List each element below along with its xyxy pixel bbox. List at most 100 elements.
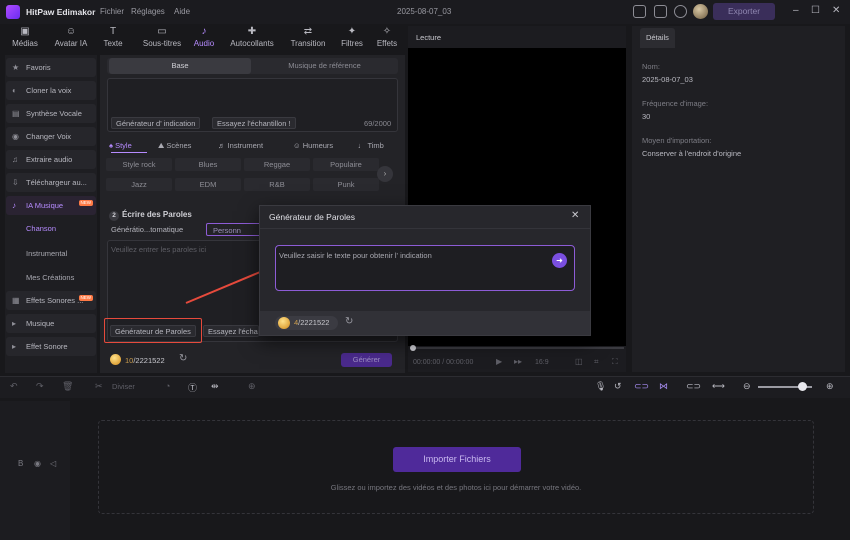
tab-medias[interactable]: ▣ Médias [5,24,45,52]
sidebar-item-extraire-audio[interactable]: ♫ Extraire audio [6,150,96,169]
sidebar-item-ia-musique[interactable]: ♪ IA Musique NEW [6,196,96,215]
sidebar-item-effet-sonore[interactable]: ▸ Effet Sonore [6,337,96,356]
fullscreen-icon[interactable]: ⛶ [612,357,618,367]
play-icon[interactable]: ▶ [496,357,502,366]
fit-icon[interactable]: ⟷ [712,381,725,392]
media-icon: ▣ [20,26,30,37]
style-chip[interactable]: EDM [175,178,241,191]
menu-fichier[interactable]: Fichier [100,7,124,16]
tab-details[interactable]: Détails [640,28,675,48]
detail-label: Moyen d'importation: [642,136,712,145]
try-lyrics-sample-chip[interactable]: Essayez l'échan [203,325,259,337]
sidebar-item-cloner-voix[interactable]: ◐ Cloner la voix [6,81,96,100]
stickers-icon: ✚ [247,26,257,37]
next-frame-icon[interactable]: ▸▸ [514,357,522,366]
detail-value: 2025-08-07_03 [642,75,693,84]
undo-icon[interactable]: ↶ [10,381,18,392]
new-badge: NEW [78,200,93,206]
tab-effets[interactable]: ✧ Effets [367,24,407,52]
tab-style[interactable]: ♠ Style [109,141,132,150]
sidebar-subitem-instrumental[interactable]: Instrumental [26,249,67,258]
lyrics-mode-auto[interactable]: Générátio...tomatique [111,223,183,236]
layout-icon[interactable] [633,5,646,18]
tab-timbre[interactable]: ♩ Timb [358,141,384,150]
auto-subtitle-icon[interactable]: ⇹ [211,381,219,392]
zoom-out-icon[interactable]: ⊖ [743,381,751,392]
import-files-button[interactable]: Importer Fichiers [393,447,521,472]
tab-transition[interactable]: ⇄ Transition [287,24,329,52]
style-chip[interactable]: Punk [313,178,379,191]
tab-texte[interactable]: T Texte [93,24,133,52]
chain-icon[interactable]: ⊂⊃ [686,381,701,392]
split-button[interactable]: Diviser [112,382,135,391]
loop-icon[interactable]: ↺ [614,381,622,392]
tab-sous-titres[interactable]: ▭ Sous-titres [138,24,186,52]
download-icon[interactable] [674,5,687,18]
playback-scrubber[interactable] [410,347,624,349]
sidebar-subitem-chanson[interactable]: Chanson [26,224,56,233]
sidebar-item-favoris[interactable]: ★ Favoris [6,58,96,77]
snapshot-icon[interactable]: ◫ [575,357,583,366]
minimize-icon[interactable]: – [793,5,799,16]
add-track-icon[interactable]: ⊕ [248,381,256,392]
style-chip[interactable]: Jazz [106,178,172,191]
user-avatar[interactable] [693,4,708,19]
send-button[interactable]: ➜ [552,253,567,268]
generate-button[interactable]: Générer [341,353,392,367]
speed-icon[interactable]: ◔ [165,381,170,391]
redo-icon[interactable]: ↷ [36,381,44,392]
style-chip[interactable]: Reggae [244,158,310,171]
drop-hint: Glissez ou importez des vidéos et des ph… [330,483,582,492]
track-visibility-icon[interactable]: ◉ [34,459,41,468]
chevron-right-icon: › [383,169,387,178]
scissors-icon[interactable]: ✂ [95,381,103,392]
next-styles-button[interactable]: › [377,166,393,182]
style-chip[interactable]: Blues [175,158,241,171]
menu-reglages[interactable]: Réglages [131,7,165,16]
tab-audio[interactable]: ♪ Audio [184,24,224,52]
dialog-divider [260,228,590,229]
tab-scenes[interactable]: ⛰ Scènes [158,141,191,151]
segment-base[interactable]: Base [109,58,251,74]
lyrics-placeholder: Veuillez entrer les paroles ici [111,245,207,254]
sidebar-item-musique[interactable]: ▸ Musique [6,314,96,333]
aspect-ratio-select[interactable]: 16:9 [535,359,549,366]
prompt-generator-chip[interactable]: Générateur d' indication [111,117,201,129]
crop-icon[interactable]: ⌗ [594,357,599,367]
tab-instrument[interactable]: ♬ Instrument [218,141,263,150]
track-lock-icon[interactable]: B [18,459,23,468]
tab-humeurs[interactable]: ☺ Humeurs [293,141,333,150]
style-chip[interactable]: Populaire [313,158,379,171]
text-tool-icon[interactable]: Ⓣ [188,381,197,394]
magnet-icon[interactable]: ⋈ [659,381,668,392]
refresh-icon[interactable]: ↻ [345,316,353,327]
sidebar-item-changer-voix[interactable]: ◉ Changer Voix [6,127,96,146]
feedback-icon[interactable] [654,5,667,18]
menu-aide[interactable]: Aide [174,7,190,16]
track-mute-icon[interactable]: ◁ [50,459,56,468]
microphone-icon[interactable]: 🎙 [595,381,606,392]
link-icon[interactable]: ⊂⊃ [634,381,649,392]
segment-reference-music[interactable]: Musique de référence [253,58,396,74]
style-chip[interactable]: Style rock [106,158,172,171]
project-title: 2025-08-07_03 [397,7,452,16]
tab-autocollants[interactable]: ✚ Autocollants [226,24,278,52]
tab-avatar-ia[interactable]: ☺ Avatar IA [51,24,91,52]
maximize-icon[interactable]: ☐ [811,5,820,16]
close-icon[interactable]: ✕ [571,210,579,221]
zoom-in-icon[interactable]: ⊕ [826,381,834,392]
tab-filtres[interactable]: ✦ Filtres [332,24,372,52]
close-window-icon[interactable]: ✕ [832,5,840,16]
scrubber-handle[interactable] [410,345,416,351]
lyrics-section-title: 2 Écrire des Paroles [109,210,192,221]
style-chip[interactable]: R&B [244,178,310,191]
export-button[interactable]: Exporter [713,3,775,20]
try-sample-chip[interactable]: Essayez l'échantillon ! [212,117,296,129]
tts-icon: ▤ [12,109,20,118]
sidebar-item-synthese-vocale[interactable]: ▤ Synthèse Vocale [6,104,96,123]
delete-icon[interactable]: 🗑 [62,381,73,392]
sidebar-subitem-mes-creations[interactable]: Mes Créations [26,273,74,282]
refresh-icon[interactable]: ↻ [179,353,187,364]
sidebar-item-effets-sonores[interactable]: ▦ Effets Sonores ... NEW [6,291,96,310]
sidebar-item-telechargeur[interactable]: ⇩ Téléchargeur au... [6,173,96,192]
